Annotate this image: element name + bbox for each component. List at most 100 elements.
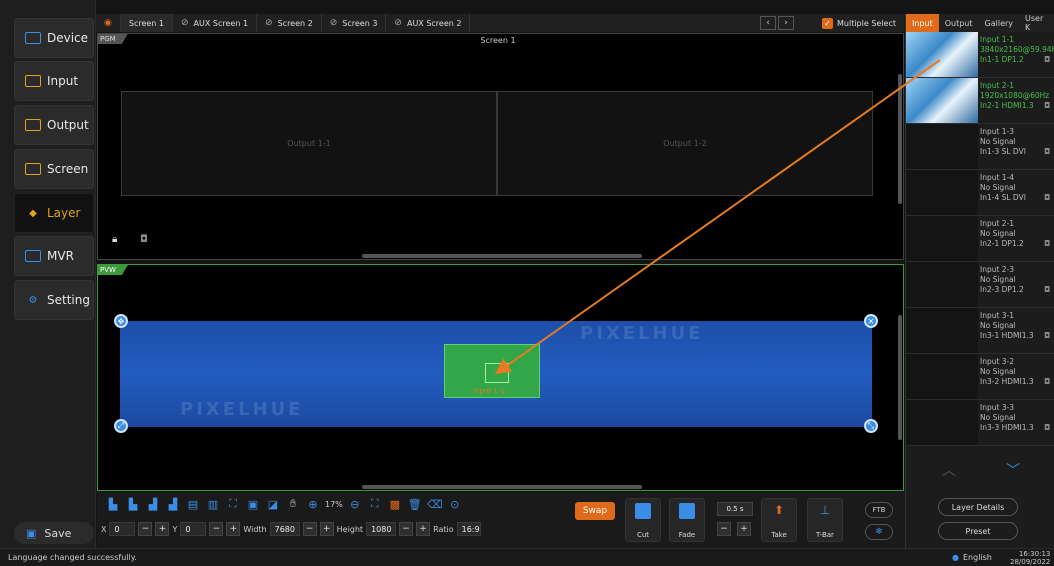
- pvw-scrollbar-vertical[interactable]: [898, 315, 902, 440]
- chevron-right-icon[interactable]: ›: [778, 16, 794, 30]
- settings-circle-icon[interactable]: ⊙: [447, 496, 463, 512]
- eraser-icon[interactable]: ⌫: [427, 496, 443, 512]
- tab-screen-2[interactable]: ⊘ Screen 2: [257, 14, 322, 32]
- camera-icon[interactable]: ◘: [1044, 193, 1050, 203]
- tab-gallery[interactable]: Gallery: [979, 14, 1020, 32]
- sidebar-item-screen[interactable]: Screen: [14, 149, 94, 189]
- plus-icon[interactable]: +: [155, 522, 170, 536]
- source-item[interactable]: Input 3-1 No Signal In3-1 HDMI1.3 ◘: [906, 308, 1054, 354]
- plus-icon[interactable]: +: [737, 522, 751, 536]
- pgm-canvas[interactable]: PGM Screen 1 Output 1-1 Output 1-2 🔒︎ ◘: [97, 33, 904, 260]
- pvw-canvas[interactable]: PVW PIXELHUE PIXELHUE ✥ ✕ ⤢ ⤡ Input 1-1: [97, 264, 904, 491]
- cut-button[interactable]: Cut: [625, 498, 661, 542]
- sidebar-item-device[interactable]: Device: [14, 18, 94, 58]
- minus-icon[interactable]: −: [138, 522, 153, 536]
- camera-icon[interactable]: ◘: [1044, 147, 1050, 157]
- tbar-button[interactable]: ⊥ T-Bar: [807, 498, 843, 542]
- source-item[interactable]: Input 2-1 1920x1080@60Hz In2-1 HDMI1.3 ◘: [906, 78, 1054, 124]
- plus-icon[interactable]: +: [226, 522, 241, 536]
- minus-icon[interactable]: −: [302, 522, 317, 536]
- sidebar-item-layer[interactable]: ◆ Layer: [14, 193, 94, 233]
- y-field[interactable]: 0: [180, 522, 207, 536]
- tab-output[interactable]: Output: [939, 14, 979, 32]
- duration-field[interactable]: 0.5 s: [717, 502, 753, 516]
- stack-icon[interactable]: ◪: [265, 496, 281, 512]
- lock-icon[interactable]: 🔒︎: [112, 234, 117, 245]
- sidebar-item-input[interactable]: Input: [14, 61, 94, 101]
- ratio-field[interactable]: 16:9: [456, 522, 481, 536]
- swap-button[interactable]: Swap: [575, 502, 615, 520]
- pvw-scrollbar-horizontal[interactable]: [362, 485, 642, 489]
- split-icon[interactable]: ▥: [205, 496, 221, 512]
- y-label: Y: [172, 524, 178, 534]
- pgm-scrollbar-vertical[interactable]: [898, 74, 902, 204]
- source-item[interactable]: Input 2-1 No Signal In2-1 DP1.2 ◘: [906, 216, 1054, 262]
- tab-aux-screen-1[interactable]: ⊘ AUX Screen 1: [173, 14, 258, 32]
- move-handle-icon[interactable]: ✥: [114, 314, 128, 328]
- save-button[interactable]: ▣ Save: [14, 522, 94, 544]
- resize-handle-icon[interactable]: ⤡: [864, 419, 878, 433]
- layer-details-button[interactable]: Layer Details: [938, 498, 1018, 516]
- width-field[interactable]: 7680: [269, 522, 300, 536]
- tab-input[interactable]: Input: [906, 14, 939, 32]
- sidebar-item-label: MVR: [47, 249, 74, 263]
- plus-icon[interactable]: +: [319, 522, 334, 536]
- fullscreen-icon[interactable]: ⛶: [225, 496, 241, 512]
- source-item[interactable]: Input 3-2 No Signal In3-2 HDMI1.3 ◘: [906, 354, 1054, 400]
- hand-icon[interactable]: ✋︎: [285, 496, 301, 512]
- x-field[interactable]: 0: [109, 522, 136, 536]
- camera-icon[interactable]: ◘: [1044, 423, 1050, 433]
- send-back-icon[interactable]: ▟: [165, 496, 181, 512]
- delete-icon[interactable]: 🗑︎: [407, 496, 423, 512]
- zoom-in-icon[interactable]: ⊕: [305, 496, 321, 512]
- bring-front-icon[interactable]: ▙: [105, 496, 121, 512]
- source-item[interactable]: Input 1-4 No Signal In1-4 SL DVI ◘: [906, 170, 1054, 216]
- send-backward-icon[interactable]: ▟: [145, 496, 161, 512]
- minus-icon[interactable]: −: [717, 522, 731, 536]
- multiple-select-toggle[interactable]: ✓ Multiple Select: [822, 14, 896, 32]
- camera-icon[interactable]: ◘: [1044, 101, 1050, 111]
- freeze-button[interactable]: ❄: [865, 524, 893, 540]
- layer-lock-icon[interactable]: ▩: [387, 496, 403, 512]
- source-item[interactable]: Input 1-3 No Signal In1-3 SL DVI ◘: [906, 124, 1054, 170]
- sidebar-item-output[interactable]: Output: [14, 105, 94, 145]
- source-signal: No Signal: [980, 229, 1016, 238]
- tab-screen-3[interactable]: ⊘ Screen 3: [322, 14, 387, 32]
- minus-icon[interactable]: −: [209, 522, 224, 536]
- tab-aux-screen-2[interactable]: ⊘ AUX Screen 2: [386, 14, 471, 32]
- height-field[interactable]: 1080: [366, 522, 397, 536]
- plus-icon[interactable]: +: [416, 522, 431, 536]
- camera-icon[interactable]: ◘: [1044, 331, 1050, 341]
- tab-screen-1[interactable]: Screen 1: [120, 14, 173, 32]
- sidebar-item-mvr[interactable]: MVR: [14, 236, 94, 276]
- chevron-up-icon[interactable]: ︿: [942, 460, 956, 480]
- camera-icon[interactable]: ◘: [1044, 285, 1050, 295]
- bring-forward-icon[interactable]: ▙: [125, 496, 141, 512]
- take-button[interactable]: ⬆ Take: [761, 498, 797, 542]
- tab-user-key[interactable]: User K: [1019, 14, 1054, 32]
- camera-icon[interactable]: ◘: [1044, 239, 1050, 249]
- fit-output-icon[interactable]: ▣: [245, 496, 261, 512]
- source-item[interactable]: Input 3-3 No Signal In3-3 HDMI1.3 ◘: [906, 400, 1054, 446]
- source-item[interactable]: Input 2-3 No Signal In2-3 DP1.2 ◘: [906, 262, 1054, 308]
- chevron-left-icon[interactable]: ‹: [760, 16, 776, 30]
- fade-button[interactable]: Fade: [669, 498, 705, 542]
- resize-handle-icon[interactable]: ⤢: [114, 419, 128, 433]
- zoom-out-icon[interactable]: ⊖: [347, 496, 363, 512]
- camera-icon[interactable]: ◘: [140, 234, 148, 245]
- fit-view-icon[interactable]: ⛶: [367, 496, 383, 512]
- fill-screen-icon[interactable]: ▤: [185, 496, 201, 512]
- sidebar-item-setting[interactable]: ⚙ Setting: [14, 280, 94, 320]
- source-item[interactable]: Input 1-1 3840x2160@59.94Hz In1-1 DP1.2 …: [906, 32, 1054, 78]
- close-icon[interactable]: ✕: [864, 314, 878, 328]
- checkbox-icon[interactable]: ✓: [822, 17, 833, 29]
- input-layer[interactable]: Input 1-1: [444, 344, 540, 398]
- minus-icon[interactable]: −: [399, 522, 414, 536]
- camera-icon[interactable]: ◘: [1044, 377, 1050, 387]
- camera-icon[interactable]: ◘: [1044, 55, 1050, 65]
- chevron-down-icon[interactable]: ﹀: [1006, 460, 1020, 480]
- ftb-button[interactable]: FTB: [865, 502, 893, 518]
- pgm-scrollbar-horizontal[interactable]: [362, 254, 642, 258]
- language-selector[interactable]: ● English: [952, 553, 992, 562]
- preset-button[interactable]: Preset: [938, 522, 1018, 540]
